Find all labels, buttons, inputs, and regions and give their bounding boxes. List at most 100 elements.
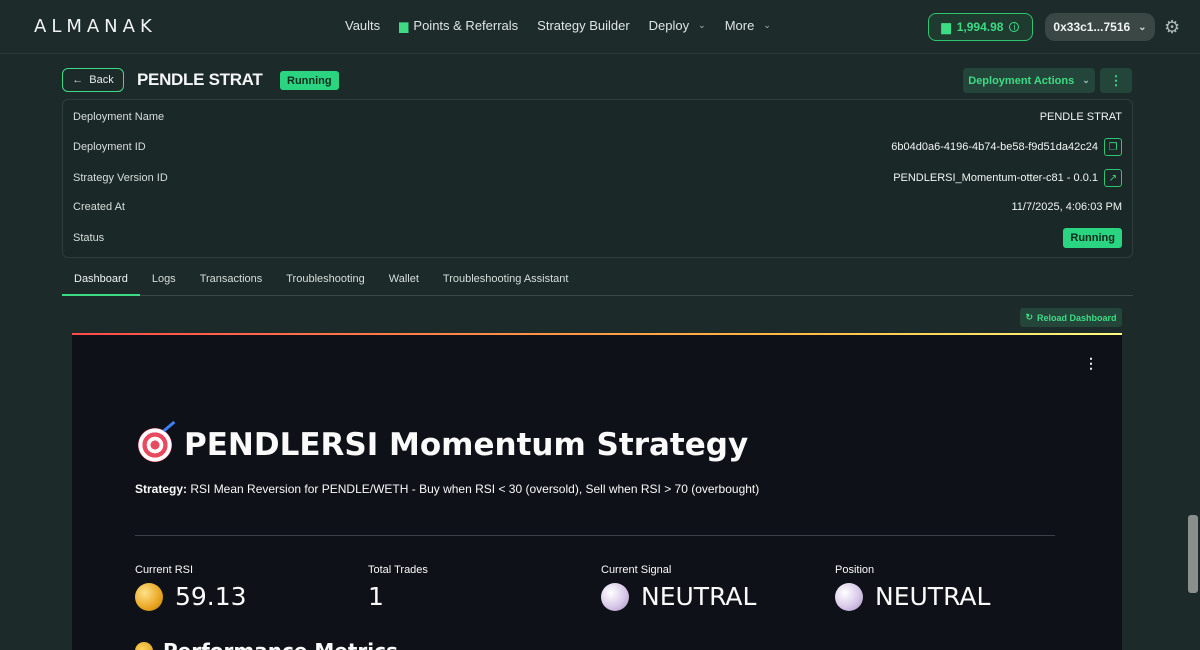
strategy-description: Strategy: RSI Mean Reversion for PENDLE/… <box>135 482 759 496</box>
gold-orb-icon <box>135 582 163 611</box>
current-rsi-value: 59.13 <box>175 582 247 611</box>
chevron-down-icon: ⌄ <box>698 20 706 30</box>
nav-deploy-label: Deploy <box>648 18 690 33</box>
nav-deploy[interactable]: Deploy ⌄ <box>649 18 706 33</box>
wallet-address-button[interactable]: 0x33c1...7516 ⌄ <box>1045 13 1155 41</box>
back-label: Back <box>89 74 114 86</box>
metric-total-trades: Total Trades 1 <box>368 564 428 611</box>
performance-heading-text: Performance Metrics <box>163 639 398 650</box>
tab-logs[interactable]: Logs <box>140 269 188 296</box>
detail-key: Deployment ID <box>73 141 146 153</box>
deployment-actions-label: Deployment Actions <box>968 74 1075 87</box>
detail-row-strategy-version: Strategy Version ID PENDLERSI_Momentum-o… <box>63 163 1132 193</box>
kebab-icon[interactable]: ⋮ <box>1084 355 1098 372</box>
medal-icon <box>135 642 153 650</box>
kebab-icon: ⋮ <box>1109 72 1123 88</box>
chevron-down-icon: ⌄ <box>1082 75 1090 85</box>
detail-row-created-at: Created At 11/7/2025, 4:06:03 PM <box>63 192 1132 222</box>
metric-position: Position NEUTRAL <box>835 564 990 611</box>
dashboard-top-gradient <box>72 333 1122 335</box>
nav-more[interactable]: More ⌄ <box>725 18 771 33</box>
main-nav: Vaults ▆ Points & Referrals Strategy Buil… <box>345 18 790 33</box>
strategy-label: Strategy: <box>135 482 188 496</box>
tab-dashboard[interactable]: Dashboard <box>62 269 140 296</box>
tab-troubleshooting[interactable]: Troubleshooting <box>274 269 376 296</box>
info-icon[interactable]: i <box>1009 22 1020 32</box>
top-bar: ALMANAK Vaults ▆ Points & Referrals Strat… <box>0 0 1200 54</box>
chevron-down-icon: ⌄ <box>763 20 771 30</box>
tab-troubleshooting-assistant[interactable]: Troubleshooting Assistant <box>431 269 581 296</box>
points-icon: ▆ <box>399 18 409 33</box>
strategy-version-value: PENDLERSI_Momentum-otter-c81 - 0.0.1 <box>893 172 1098 184</box>
nav-points-label: Points & Referrals <box>413 18 519 33</box>
detail-row-status: Status Running <box>63 223 1132 253</box>
back-button[interactable]: ← Back <box>62 68 124 92</box>
detail-key: Deployment Name <box>73 111 165 123</box>
wallet-address: 0x33c1...7516 <box>1053 20 1131 34</box>
page-scrollbar[interactable] <box>1188 515 1198 593</box>
reload-dashboard-button[interactable]: ↻ Reload Dashboard <box>1020 308 1122 327</box>
nav-vaults[interactable]: Vaults <box>345 18 380 33</box>
reload-label: Reload Dashboard <box>1037 312 1117 323</box>
almanak-logo[interactable]: ALMANAK <box>34 16 157 37</box>
detail-key: Strategy Version ID <box>73 172 168 184</box>
detail-value: PENDLERSI_Momentum-otter-c81 - 0.0.1 ↗ <box>893 169 1122 187</box>
metric-value: NEUTRAL <box>601 582 756 611</box>
performance-metrics-heading: Performance Metrics <box>135 639 398 650</box>
page-title: PENDLE STRAT <box>137 70 263 89</box>
divider <box>135 535 1055 536</box>
embedded-dashboard: ⋮ PENDLERSI Momentum Strategy Strategy: … <box>72 333 1122 650</box>
metric-value: 59.13 <box>135 582 247 611</box>
current-signal-value: NEUTRAL <box>641 582 757 611</box>
metric-label: Position <box>835 564 875 576</box>
chevron-down-icon: ⌄ <box>1138 21 1147 33</box>
total-trades-value: 1 <box>368 582 384 611</box>
metric-current-rsi: Current RSI 59.13 <box>135 564 247 611</box>
detail-value: Running <box>1063 228 1122 248</box>
copy-icon[interactable]: ❐ <box>1104 138 1122 156</box>
detail-value: 6b04d0a6-4196-4b74-be58-f9d51da42c24 ❐ <box>891 138 1122 156</box>
nav-more-label: More <box>724 18 755 33</box>
tab-wallet[interactable]: Wallet <box>377 269 431 296</box>
deployment-details-card: Deployment Name PENDLE STRAT Deployment … <box>62 99 1133 258</box>
status-badge: Running <box>280 71 339 90</box>
gear-icon[interactable]: ⚙ <box>1164 17 1180 38</box>
metric-current-signal: Current Signal NEUTRAL <box>601 564 756 611</box>
dashboard-title-text: PENDLERSI Momentum Strategy <box>184 427 749 463</box>
pearl-orb-icon <box>601 582 629 611</box>
detail-key: Status <box>73 232 105 244</box>
points-icon: ▆ <box>941 20 951 34</box>
status-badge: Running <box>1063 228 1122 248</box>
created-at-value: 11/7/2025, 4:06:03 PM <box>1011 201 1123 213</box>
external-link-icon[interactable]: ↗ <box>1104 169 1122 187</box>
target-icon <box>138 428 172 462</box>
nav-strategy-builder[interactable]: Strategy Builder <box>537 18 630 33</box>
deployment-name-value: PENDLE STRAT <box>1039 111 1122 123</box>
deployment-id-value: 6b04d0a6-4196-4b74-be58-f9d51da42c24 <box>891 141 1098 153</box>
tab-bar: Dashboard Logs Transactions Troubleshoot… <box>62 269 1133 296</box>
detail-value: 11/7/2025, 4:06:03 PM <box>1012 201 1123 213</box>
arrow-left-icon: ← <box>72 74 84 86</box>
metric-value: NEUTRAL <box>835 582 990 611</box>
nav-strategy-builder-label: Strategy Builder <box>537 18 630 33</box>
detail-value: PENDLE STRAT <box>1040 111 1122 123</box>
pearl-orb-icon <box>835 582 863 611</box>
detail-key: Created At <box>73 201 125 213</box>
metric-label: Current Signal <box>601 564 672 576</box>
detail-row-deployment-id: Deployment ID 6b04d0a6-4196-4b74-be58-f9… <box>63 132 1132 162</box>
detail-row-deployment-name: Deployment Name PENDLE STRAT <box>63 102 1132 132</box>
nav-vaults-label: Vaults <box>345 18 381 33</box>
refresh-icon: ↻ <box>1025 312 1034 322</box>
nav-points-referrals[interactable]: ▆ Points & Referrals <box>399 18 518 33</box>
more-options-button[interactable]: ⋮ <box>1100 68 1132 93</box>
strategy-text: RSI Mean Reversion for PENDLE/WETH - Buy… <box>187 482 760 496</box>
position-value: NEUTRAL <box>875 582 991 611</box>
metric-label: Total Trades <box>368 564 428 576</box>
metric-label: Current RSI <box>135 564 194 576</box>
points-value: 1,994.98 <box>956 20 1004 34</box>
tab-transactions[interactable]: Transactions <box>188 269 275 296</box>
dashboard-title: PENDLERSI Momentum Strategy <box>138 427 748 463</box>
metric-value: 1 <box>368 582 428 611</box>
deployment-actions-button[interactable]: Deployment Actions ⌄ <box>963 68 1095 93</box>
points-balance-pill[interactable]: ▆ 1,994.98 i <box>928 13 1033 41</box>
